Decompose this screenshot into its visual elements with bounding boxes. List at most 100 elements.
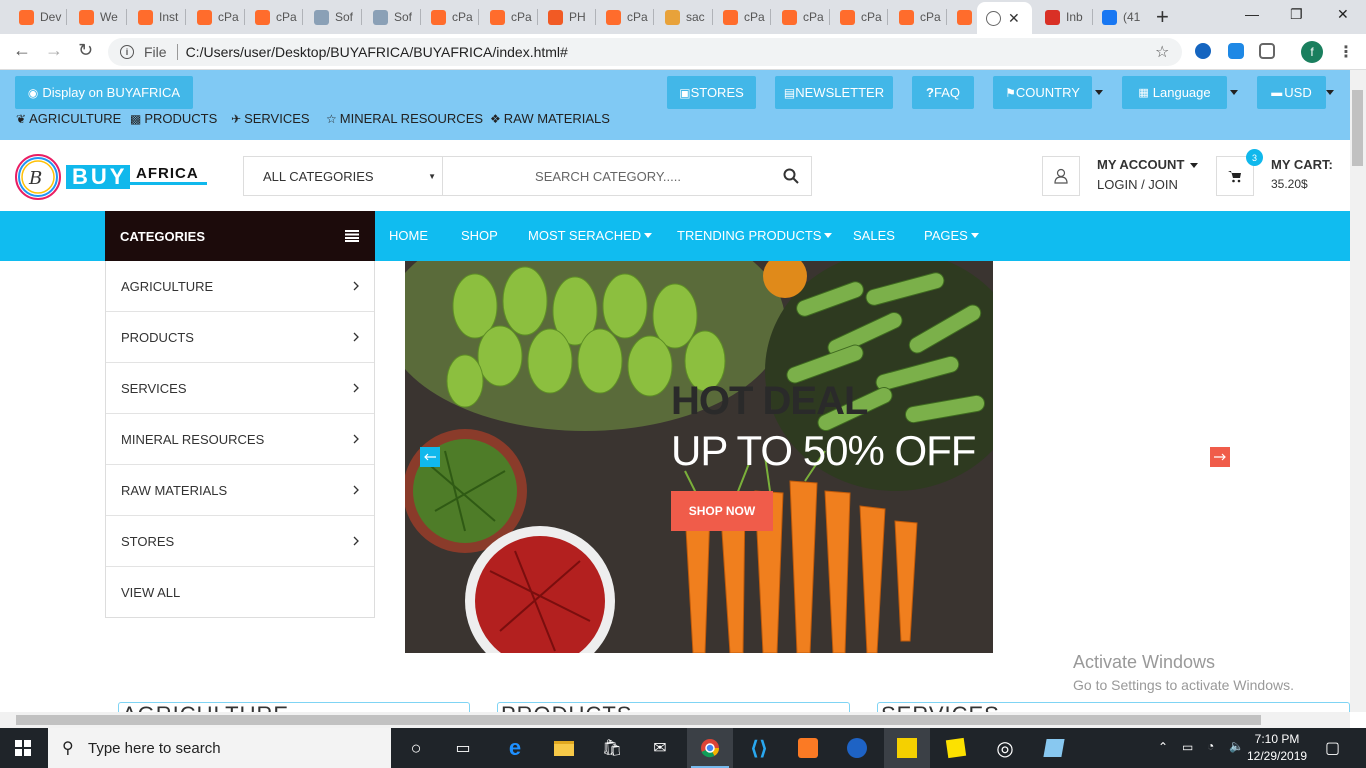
topnav-agriculture[interactable]: ❦ AGRICULTURE (16, 111, 121, 126)
xampp-icon[interactable] (785, 728, 831, 768)
currency-dropdown-caret-icon[interactable] (1326, 90, 1334, 95)
windows-start-icon[interactable] (0, 728, 46, 768)
bookmark-star-icon[interactable]: ☆ (1155, 42, 1169, 62)
show-hidden-icons-icon[interactable]: ⌃ (1158, 740, 1168, 754)
search-icon[interactable] (783, 168, 799, 184)
horizontal-scrollbar[interactable] (0, 712, 1350, 728)
wifi-icon[interactable]: ◔ (1207, 739, 1214, 753)
browser-tab[interactable]: cPa (831, 4, 885, 30)
buyafrica-logo[interactable]: B BUY AFRICA (14, 152, 209, 202)
nav-trending-products[interactable]: TRENDING PRODUCTS (677, 228, 833, 243)
slider-next-arrow-icon[interactable] (1210, 447, 1230, 467)
file-explorer-icon[interactable] (541, 728, 587, 768)
browser-tab[interactable]: cPa (597, 4, 651, 30)
notification-center-icon[interactable]: ▢ (1325, 738, 1340, 758)
browser-tab[interactable]: Dev (10, 4, 64, 30)
battery-icon[interactable]: ▭ (1182, 740, 1193, 754)
sticky-app-icon[interactable] (884, 728, 930, 768)
category-select[interactable]: ALL CATEGORIES ▼ (243, 156, 443, 196)
taskbar-date[interactable]: 12/29/2019 (1247, 749, 1307, 763)
country-dropdown-caret-icon[interactable] (1095, 90, 1103, 95)
currency-button[interactable]: ▬ USD (1257, 76, 1326, 109)
taskbar-time[interactable]: 7:10 PM (1247, 732, 1307, 746)
back-icon[interactable]: ← (13, 40, 31, 61)
browser-tab[interactable]: cPa (890, 4, 944, 30)
info-icon[interactable]: i (120, 45, 134, 59)
browser-tab[interactable]: Sof (364, 4, 418, 30)
nav-most-searched[interactable]: MOST SERACHED (528, 228, 653, 243)
login-join-link[interactable]: LOGIN / JOIN (1097, 177, 1178, 192)
language-button[interactable]: ▦ Language (1122, 76, 1227, 109)
nav-pages[interactable]: PAGES (924, 228, 979, 243)
edge-icon[interactable]: e (492, 728, 538, 768)
forward-icon[interactable]: → (45, 40, 63, 61)
topnav-products[interactable]: ▩ PRODUCTS (130, 111, 217, 126)
browser-tab[interactable]: Inb (1036, 4, 1090, 30)
extension-camera-icon[interactable] (1259, 43, 1275, 59)
topnav-mineral-resources[interactable]: ☆ MINERAL RESOURCES (326, 111, 483, 126)
faq-button[interactable]: ? FAQ (912, 76, 974, 109)
stores-button[interactable]: ▣ STORES (667, 76, 756, 109)
cortana-icon[interactable]: ○ (393, 728, 439, 768)
cart-title[interactable]: MY CART: (1271, 157, 1333, 172)
vertical-scrollbar[interactable] (1350, 70, 1366, 712)
sidebar-item-raw-materials[interactable]: RAW MATERIALS (106, 465, 374, 516)
browser-tab[interactable]: We (70, 4, 124, 30)
notepad-icon[interactable] (1031, 728, 1077, 768)
browser-tab[interactable] (977, 2, 1032, 34)
sidebar-item-view-all[interactable]: VIEW ALL (106, 567, 374, 618)
categories-toggle[interactable]: CATEGORIES (105, 211, 375, 261)
nav-home[interactable]: HOME (389, 228, 428, 243)
slider-prev-arrow-icon[interactable] (420, 447, 440, 467)
extension-send-icon[interactable] (1228, 43, 1244, 59)
extension-globe-icon[interactable] (1195, 43, 1211, 59)
sidebar-item-services[interactable]: SERVICES (106, 363, 374, 414)
my-account-dropdown[interactable]: MY ACCOUNT (1097, 157, 1199, 172)
newsletter-button[interactable]: ▤ NEWSLETTER (775, 76, 893, 109)
user-icon-button[interactable] (1042, 156, 1080, 196)
volume-icon[interactable]: 🔈 (1229, 739, 1244, 753)
browser-tab[interactable]: Inst (129, 4, 183, 30)
country-button[interactable]: ⚑ COUNTRY (993, 76, 1092, 109)
maximize-window-icon[interactable]: ❐ (1290, 6, 1303, 23)
vertical-scroll-thumb[interactable] (1352, 90, 1363, 166)
nav-shop[interactable]: SHOP (461, 228, 498, 243)
settings-ring-icon[interactable]: ◎ (982, 728, 1028, 768)
url-text[interactable]: C:/Users/user/Desktop/BUYAFRICA/BUYAFRIC… (186, 44, 568, 60)
browser-tab[interactable]: cPa (481, 4, 535, 30)
browser-tab[interactable]: cPa (422, 4, 476, 30)
store-icon[interactable]: 🛍 (589, 728, 635, 768)
browser-tab[interactable]: PH (539, 4, 593, 30)
browser-tab[interactable]: cPa (714, 4, 768, 30)
sticky-notes-icon[interactable] (933, 728, 979, 768)
reload-icon[interactable]: ↻ (78, 40, 93, 61)
topnav-raw-materials[interactable]: ❖ RAW MATERIALS (490, 111, 610, 126)
profile-avatar[interactable]: f (1301, 41, 1323, 63)
thunderbird-icon[interactable] (834, 728, 880, 768)
shop-now-button[interactable]: SHOP NOW (671, 491, 773, 531)
search-input[interactable] (443, 157, 773, 195)
browser-tab[interactable]: sac (656, 4, 710, 30)
task-view-icon[interactable]: ▭ (440, 728, 486, 768)
sidebar-item-mineral-resources[interactable]: MINERAL RESOURCES (106, 414, 374, 465)
close-tab-icon[interactable]: ✕ (1008, 10, 1020, 27)
chrome-icon[interactable] (687, 728, 733, 768)
horizontal-scroll-thumb[interactable] (16, 715, 1261, 725)
sidebar-item-stores[interactable]: STORES (106, 516, 374, 567)
browser-tab[interactable]: cPa (773, 4, 827, 30)
language-dropdown-caret-icon[interactable] (1230, 90, 1238, 95)
browser-tab[interactable]: (41 (1093, 4, 1147, 30)
close-window-icon[interactable]: ✕ (1337, 6, 1349, 23)
nav-sales[interactable]: SALES (853, 228, 895, 243)
browser-tab[interactable]: cPa (246, 4, 300, 30)
display-on-buyafrica-button[interactable]: ◉ Display on BUYAFRICA (15, 76, 193, 109)
taskbar-search-box[interactable]: ⚲ Type here to search (48, 728, 391, 768)
browser-tab[interactable]: Sof (305, 4, 359, 30)
browser-tab[interactable]: cPa (188, 4, 242, 30)
sidebar-item-products[interactable]: PRODUCTS (106, 312, 374, 363)
sidebar-item-agriculture[interactable]: AGRICULTURE (106, 261, 374, 312)
new-tab-button[interactable]: + (1156, 4, 1169, 30)
mail-icon[interactable]: ✉ (637, 728, 683, 768)
vscode-icon[interactable]: ⟨⟩ (736, 728, 782, 768)
topnav-services[interactable]: ✈ SERVICES (231, 111, 310, 126)
